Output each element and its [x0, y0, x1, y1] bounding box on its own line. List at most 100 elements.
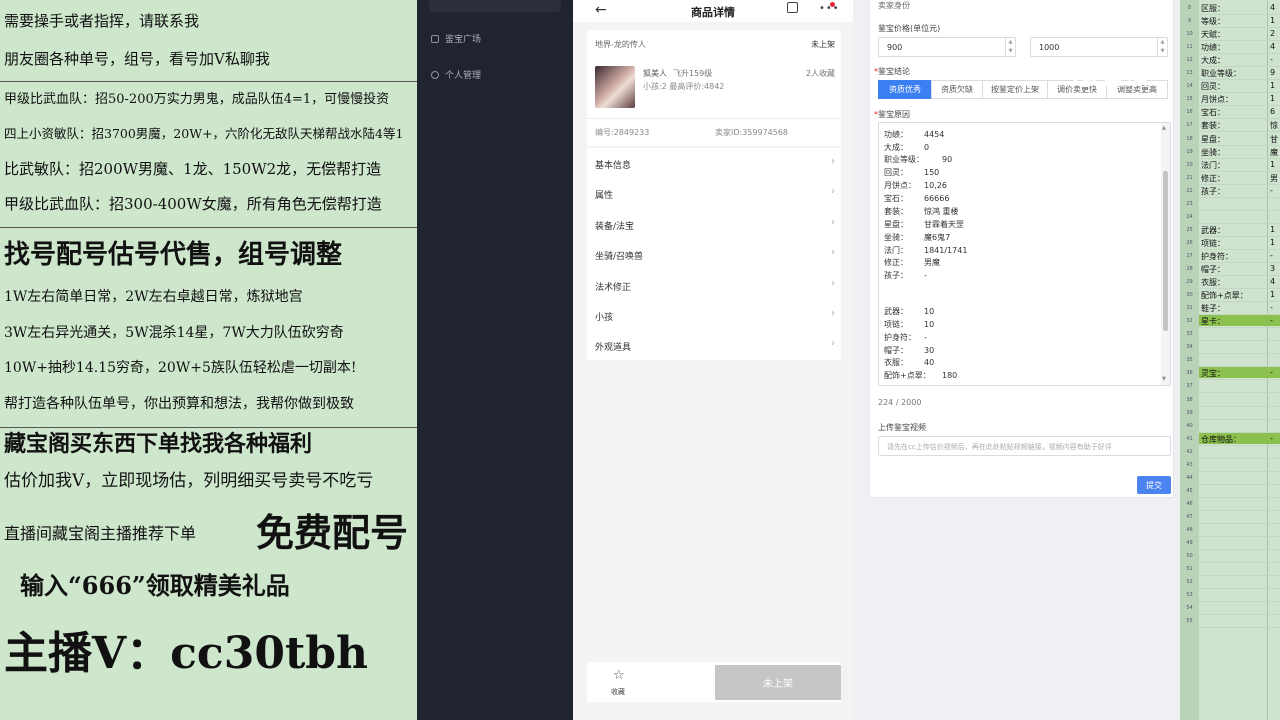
sheet-cell[interactable]: 修正：: [1201, 173, 1225, 184]
cc-watermark: 直播: [1072, 56, 1149, 91]
grid-line: [1199, 392, 1280, 394]
share-icon[interactable]: [787, 2, 798, 13]
sheet-cell[interactable]: 魔: [1270, 147, 1278, 158]
sidebar-item-appraisal-square[interactable]: 鉴宝广场: [431, 32, 481, 45]
sheet-cell[interactable]: 1: [1270, 81, 1275, 90]
sheet-cell[interactable]: 1: [1270, 16, 1275, 25]
video-link-input[interactable]: 请先在cc上传估价视频后，再在此处粘贴视频链接，视频内容有助于好评: [878, 436, 1171, 456]
sheet-cell[interactable]: 武器：: [1201, 225, 1225, 236]
sheet-cell[interactable]: 孩子：: [1201, 186, 1225, 197]
sheet-cell[interactable]: 帽子：: [1201, 264, 1225, 275]
tab-excellent[interactable]: 资质优秀: [878, 80, 932, 99]
sheet-cell[interactable]: 1: [1270, 160, 1275, 169]
menu-item-children[interactable]: 小孩 ›: [587, 300, 841, 330]
overlay-line: 甲级比武血队：招50-200万实力男鬼，成品队伍4=1，可慢慢投资: [4, 92, 390, 107]
reason-line: 护身符： -: [884, 332, 927, 343]
reason-key: 修正：: [884, 258, 908, 267]
sheet-cell[interactable]: -: [1270, 434, 1273, 443]
sheet-cell[interactable]: 9: [1270, 68, 1275, 77]
grid-line: [1199, 14, 1280, 15]
sheet-cell[interactable]: -: [1270, 316, 1273, 325]
sheet-cell[interactable]: 4: [1270, 42, 1275, 51]
sheet-cell[interactable]: 配饰+点翠：: [1201, 290, 1248, 301]
sheet-cell[interactable]: 法门：: [1201, 160, 1225, 171]
sheet-cell[interactable]: 区服：: [1201, 3, 1225, 14]
stepper-icon[interactable]: ▲ ▼: [1157, 38, 1167, 56]
scrollbar[interactable]: ▲ ▼: [1161, 123, 1170, 385]
price-min-input[interactable]: 900 ▲ ▼: [878, 37, 1016, 57]
menu-item-equipment[interactable]: 装备/法宝 ›: [587, 209, 841, 239]
sheet-cell[interactable]: 鞋子：: [1201, 303, 1225, 314]
sheet-cell[interactable]: 4: [1270, 3, 1275, 12]
sheet-cell[interactable]: -: [1270, 303, 1273, 312]
menu-item-spell-correction[interactable]: 法术修正 ›: [587, 270, 841, 300]
reason-line: 功绩： 4454: [884, 129, 944, 140]
scroll-down-icon[interactable]: ▼: [1162, 376, 1166, 382]
grid-line: [1199, 235, 1280, 237]
sheet-cell[interactable]: 1: [1270, 225, 1275, 234]
reason-line: 配饰+点翠： 180: [884, 370, 957, 381]
row-number: 51: [1186, 566, 1193, 573]
sheet-cell[interactable]: 功绩：: [1201, 42, 1225, 53]
sheet-cell[interactable]: 星卡：: [1201, 316, 1225, 327]
menu-item-attributes[interactable]: 属性 ›: [587, 178, 841, 208]
sheet-cell[interactable]: 灵宝：: [1201, 368, 1225, 379]
sheet-cell[interactable]: 套装：: [1201, 120, 1225, 131]
submit-button[interactable]: 提交: [1137, 476, 1171, 494]
scroll-up-icon[interactable]: ▲: [1162, 125, 1166, 131]
sheet-cell[interactable]: 仓库物品：: [1201, 434, 1241, 445]
stepper-icon[interactable]: ▲ ▼: [1005, 38, 1015, 56]
sheet-cell[interactable]: 3: [1270, 264, 1275, 273]
sheet-cell[interactable]: 月饼点：: [1201, 94, 1233, 105]
tab-list-at-price[interactable]: 按鉴定价上架: [982, 80, 1048, 99]
sheet-cell[interactable]: 等级：: [1201, 16, 1225, 27]
sheet-cell[interactable]: -: [1270, 55, 1273, 64]
sheet-cell[interactable]: 衣服：: [1201, 277, 1225, 288]
sidebar-item-personal-management[interactable]: 个人管理: [431, 68, 481, 81]
sheet-cell[interactable]: 4: [1270, 277, 1275, 286]
sheet-cell[interactable]: 天赋：: [1201, 29, 1225, 40]
sheet-cell[interactable]: 1: [1270, 290, 1275, 299]
row-number: 11: [1186, 44, 1193, 51]
sheet-cell[interactable]: 坐骑：: [1201, 147, 1225, 158]
not-listed-button[interactable]: 未上架: [715, 665, 841, 700]
sheet-cell[interactable]: 护身符：: [1201, 251, 1233, 262]
sheet-cell[interactable]: 大成：: [1201, 55, 1225, 66]
sheet-cell[interactable]: 1: [1270, 94, 1275, 103]
row-number: 33: [1186, 331, 1193, 338]
sheet-cell[interactable]: 惊: [1270, 120, 1278, 131]
sheet-cell[interactable]: 2: [1270, 29, 1275, 38]
sheet-cell[interactable]: 甘: [1270, 134, 1278, 145]
overlay-line: 找号配号估号代售，组号调整: [4, 240, 343, 270]
sheet-cell[interactable]: -: [1270, 368, 1273, 377]
overlay-line: 3W左右异光通关，5W混杀14星，7W大力队伍砍穷奇: [4, 325, 344, 341]
sidebar-dropdown[interactable]: [429, 0, 561, 12]
sheet-cell[interactable]: 项链：: [1201, 238, 1225, 249]
sheet-cell[interactable]: 回灵：: [1201, 81, 1225, 92]
sheet-cell[interactable]: 星盘：: [1201, 134, 1225, 145]
grid-line: [1199, 405, 1280, 407]
header: ← 商品详情 •••: [573, 0, 853, 22]
page-title: 商品详情: [691, 6, 735, 19]
chevron-right-icon: ›: [831, 338, 835, 349]
tab-lacking[interactable]: 资质欠缺: [931, 80, 983, 99]
sheet-cell[interactable]: 男: [1270, 173, 1278, 184]
sheet-cell[interactable]: 6: [1270, 107, 1275, 116]
row-number: 53: [1186, 592, 1193, 599]
menu-item-mounts[interactable]: 坐骑/召唤兽 ›: [587, 239, 841, 269]
grid-line: [1199, 209, 1280, 211]
reason-textarea[interactable]: ▲ ▼ 功绩： 4454 大成： 0 职业等级： 90 回灵： 150 月饼点： 10,26 宝石：…: [878, 122, 1171, 386]
sidebar-item-label: 个人管理: [445, 71, 482, 81]
sheet-cell[interactable]: 职业等级：: [1201, 68, 1241, 79]
menu-item-appearance[interactable]: 外观道具 ›: [587, 330, 841, 360]
sheet-cell[interactable]: -: [1270, 186, 1273, 195]
sheet-cell[interactable]: -: [1270, 251, 1273, 260]
price-max-input[interactable]: 1000 ▲ ▼: [1030, 37, 1168, 57]
char-counter: 224 / 2000: [878, 398, 922, 407]
menu-item-basic-info[interactable]: 基本信息 ›: [587, 148, 841, 178]
sheet-cell[interactable]: 1: [1270, 238, 1275, 247]
overlay-line: 朋友圈各种单号，组号，看号加V私聊我: [4, 50, 270, 68]
scrollbar-thumb[interactable]: [1163, 171, 1168, 331]
star-icon[interactable]: ☆: [613, 668, 625, 683]
sheet-cell[interactable]: 宝石：: [1201, 107, 1225, 118]
